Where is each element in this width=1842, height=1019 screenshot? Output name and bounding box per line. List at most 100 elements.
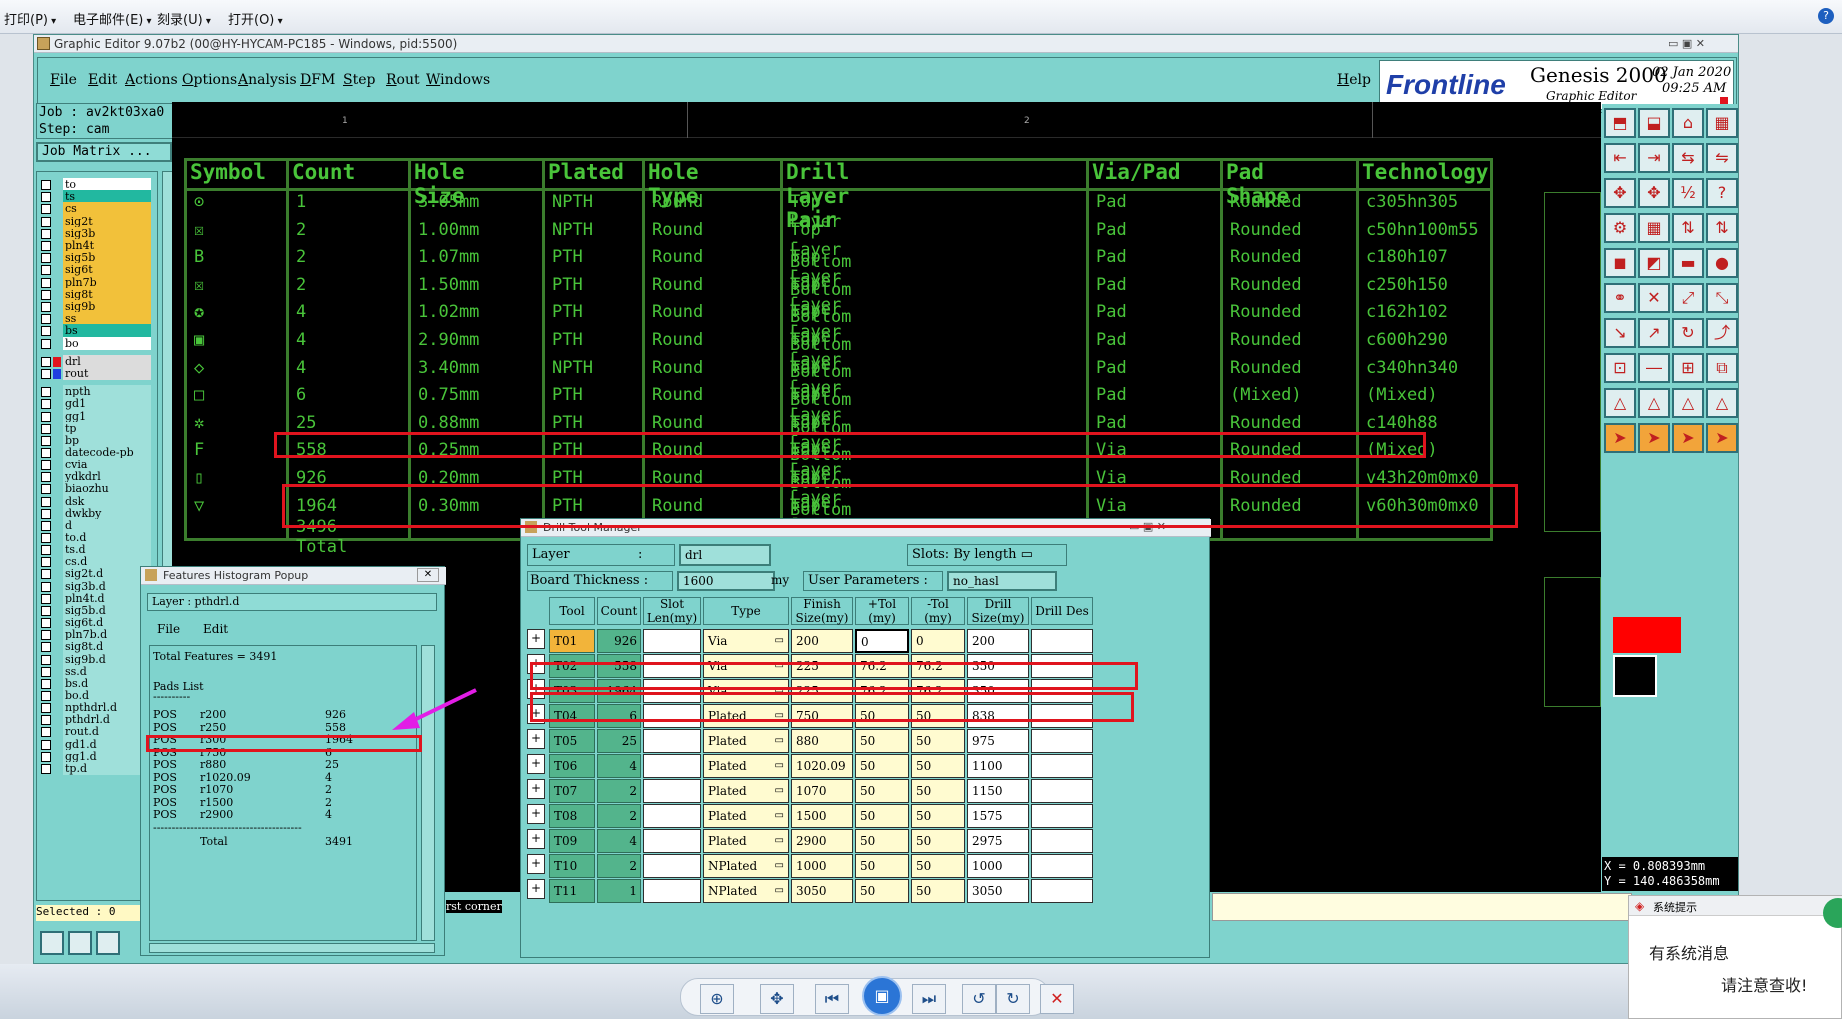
user-params-button[interactable]: User Parameters : <box>803 571 943 591</box>
tool-id[interactable]: T11 <box>549 879 595 903</box>
tool-id[interactable]: T08 <box>549 804 595 828</box>
histogram-menu-file[interactable]: File <box>157 622 180 636</box>
layer-checkbox[interactable] <box>41 228 51 239</box>
minus-tol-field[interactable]: 50 <box>911 829 965 853</box>
palette-tool-icon[interactable]: △ <box>1638 388 1670 418</box>
print-menu[interactable]: 打印(P) <box>4 9 56 28</box>
menu-actions[interactable]: Actions <box>125 72 178 88</box>
layer-checkbox[interactable] <box>41 356 51 367</box>
layer-checkbox[interactable] <box>41 654 51 665</box>
palette-tool-icon[interactable]: ✕ <box>1638 283 1670 313</box>
layer-checkbox[interactable] <box>41 678 51 689</box>
layer-checkbox[interactable] <box>41 666 51 677</box>
palette-tool-icon[interactable]: ➤ <box>1604 423 1636 453</box>
layer-checkbox[interactable] <box>41 204 51 215</box>
layer-checkbox[interactable] <box>41 642 51 653</box>
plus-tol-field[interactable]: 0 <box>855 629 909 653</box>
plus-tol-field[interactable]: 50 <box>855 829 909 853</box>
dtm-layer-field[interactable]: drl <box>679 544 771 566</box>
layer-checkbox[interactable] <box>41 241 51 251</box>
layer-checkbox[interactable] <box>41 302 51 312</box>
palette-tool-icon[interactable]: ⬓ <box>1638 108 1670 138</box>
slot-len-field[interactable] <box>643 729 701 753</box>
finish-size-field[interactable]: 2900 <box>791 829 853 853</box>
palette-tool-icon[interactable]: △ <box>1672 388 1704 418</box>
delete-icon[interactable]: ✕ <box>1040 984 1074 1014</box>
type-select[interactable]: Plated <box>703 829 789 853</box>
expand-icon[interactable]: + <box>527 854 545 874</box>
slot-len-field[interactable] <box>643 629 701 653</box>
previous-icon[interactable]: ⏮ <box>815 984 849 1014</box>
layer-row[interactable]: tp.d <box>41 761 153 776</box>
dtm-slots-select[interactable]: Slots: By length ▭ <box>907 544 1067 566</box>
type-select[interactable]: Plated <box>703 729 789 753</box>
palette-tool-icon[interactable]: ✥ <box>1638 178 1670 208</box>
type-select[interactable]: NPlated <box>703 854 789 878</box>
expand-icon[interactable]: + <box>527 829 545 849</box>
expand-icon[interactable]: + <box>527 754 545 774</box>
email-menu[interactable]: 电子邮件(E) <box>73 9 152 28</box>
drill-des-field[interactable] <box>1031 779 1093 803</box>
drill-size-field[interactable]: 1100 <box>967 754 1029 778</box>
layer-checkbox[interactable] <box>41 484 51 495</box>
drill-size-field[interactable]: 2975 <box>967 829 1029 853</box>
tool-id[interactable]: T07 <box>549 779 595 803</box>
layer-checkbox[interactable] <box>41 715 51 726</box>
layer-checkbox[interactable] <box>41 289 51 300</box>
plus-tol-field[interactable]: 50 <box>855 804 909 828</box>
slot-len-field[interactable] <box>643 879 701 903</box>
palette-tool-icon[interactable]: ⤢ <box>1672 283 1704 313</box>
palette-tool-icon[interactable]: ⇆ <box>1672 143 1704 173</box>
drill-des-field[interactable] <box>1031 729 1093 753</box>
help-icon[interactable]: ? <box>1818 8 1834 24</box>
slot-len-field[interactable] <box>643 754 701 778</box>
type-select[interactable]: Plated <box>703 779 789 803</box>
layer-checkbox[interactable] <box>41 369 51 379</box>
palette-tool-icon[interactable]: ✥ <box>1604 178 1636 208</box>
palette-tool-icon[interactable]: ⧉ <box>1706 353 1738 383</box>
palette-tool-icon[interactable]: ➤ <box>1638 423 1670 453</box>
rotate-right-icon[interactable]: ↻ <box>996 984 1030 1014</box>
palette-tool-icon[interactable]: ↻ <box>1672 318 1704 348</box>
minus-tol-field[interactable]: 50 <box>911 804 965 828</box>
minus-tol-field[interactable]: 50 <box>911 879 965 903</box>
finish-size-field[interactable]: 1500 <box>791 804 853 828</box>
palette-tool-icon[interactable]: ½ <box>1672 178 1704 208</box>
histogram-hscrollbar[interactable] <box>149 943 435 953</box>
minus-tol-field[interactable]: 50 <box>911 854 965 878</box>
menu-dfm[interactable]: DFM <box>300 72 335 88</box>
tool-id[interactable]: T05 <box>549 729 595 753</box>
finish-size-field[interactable]: 880 <box>791 729 853 753</box>
drill-des-field[interactable] <box>1031 854 1093 878</box>
next-icon[interactable]: ⏭ <box>912 984 946 1014</box>
drill-des-field[interactable] <box>1031 804 1093 828</box>
palette-tool-icon[interactable]: △ <box>1604 388 1636 418</box>
layer-checkbox[interactable] <box>41 593 51 604</box>
layer-checkbox[interactable] <box>41 739 51 750</box>
layer-checkbox[interactable] <box>41 520 51 531</box>
menu-edit[interactable]: Edit <box>88 72 117 88</box>
palette-tool-icon[interactable]: ⤡ <box>1706 283 1738 313</box>
drill-des-field[interactable] <box>1031 629 1093 653</box>
layer-checkbox[interactable] <box>41 703 51 714</box>
drill-size-field[interactable]: 1575 <box>967 804 1029 828</box>
expand-icon[interactable]: + <box>527 779 545 799</box>
palette-tool-icon[interactable]: ➤ <box>1672 423 1704 453</box>
layer-checkbox[interactable] <box>41 387 51 398</box>
palette-tool-icon[interactable]: ⇥ <box>1638 143 1670 173</box>
palette-tool-icon[interactable]: ▦ <box>1638 213 1670 243</box>
drill-des-field[interactable] <box>1031 879 1093 903</box>
layer-checkbox[interactable] <box>41 763 51 774</box>
menu-windows[interactable]: Windows <box>426 72 490 88</box>
layer-row[interactable]: bo <box>41 336 153 351</box>
drill-size-field[interactable]: 3050 <box>967 879 1029 903</box>
palette-tool-icon[interactable]: △ <box>1706 388 1738 418</box>
plus-tol-field[interactable]: 50 <box>855 879 909 903</box>
layer-checkbox[interactable] <box>41 423 51 434</box>
rotate-left-icon[interactable]: ↺ <box>962 984 996 1014</box>
palette-tool-icon[interactable]: ⇅ <box>1706 213 1738 243</box>
layer-checkbox[interactable] <box>41 265 51 276</box>
menu-file[interactable]: File <box>50 72 77 88</box>
layer-checkbox[interactable] <box>41 618 51 629</box>
menu-step[interactable]: Step <box>343 72 375 88</box>
